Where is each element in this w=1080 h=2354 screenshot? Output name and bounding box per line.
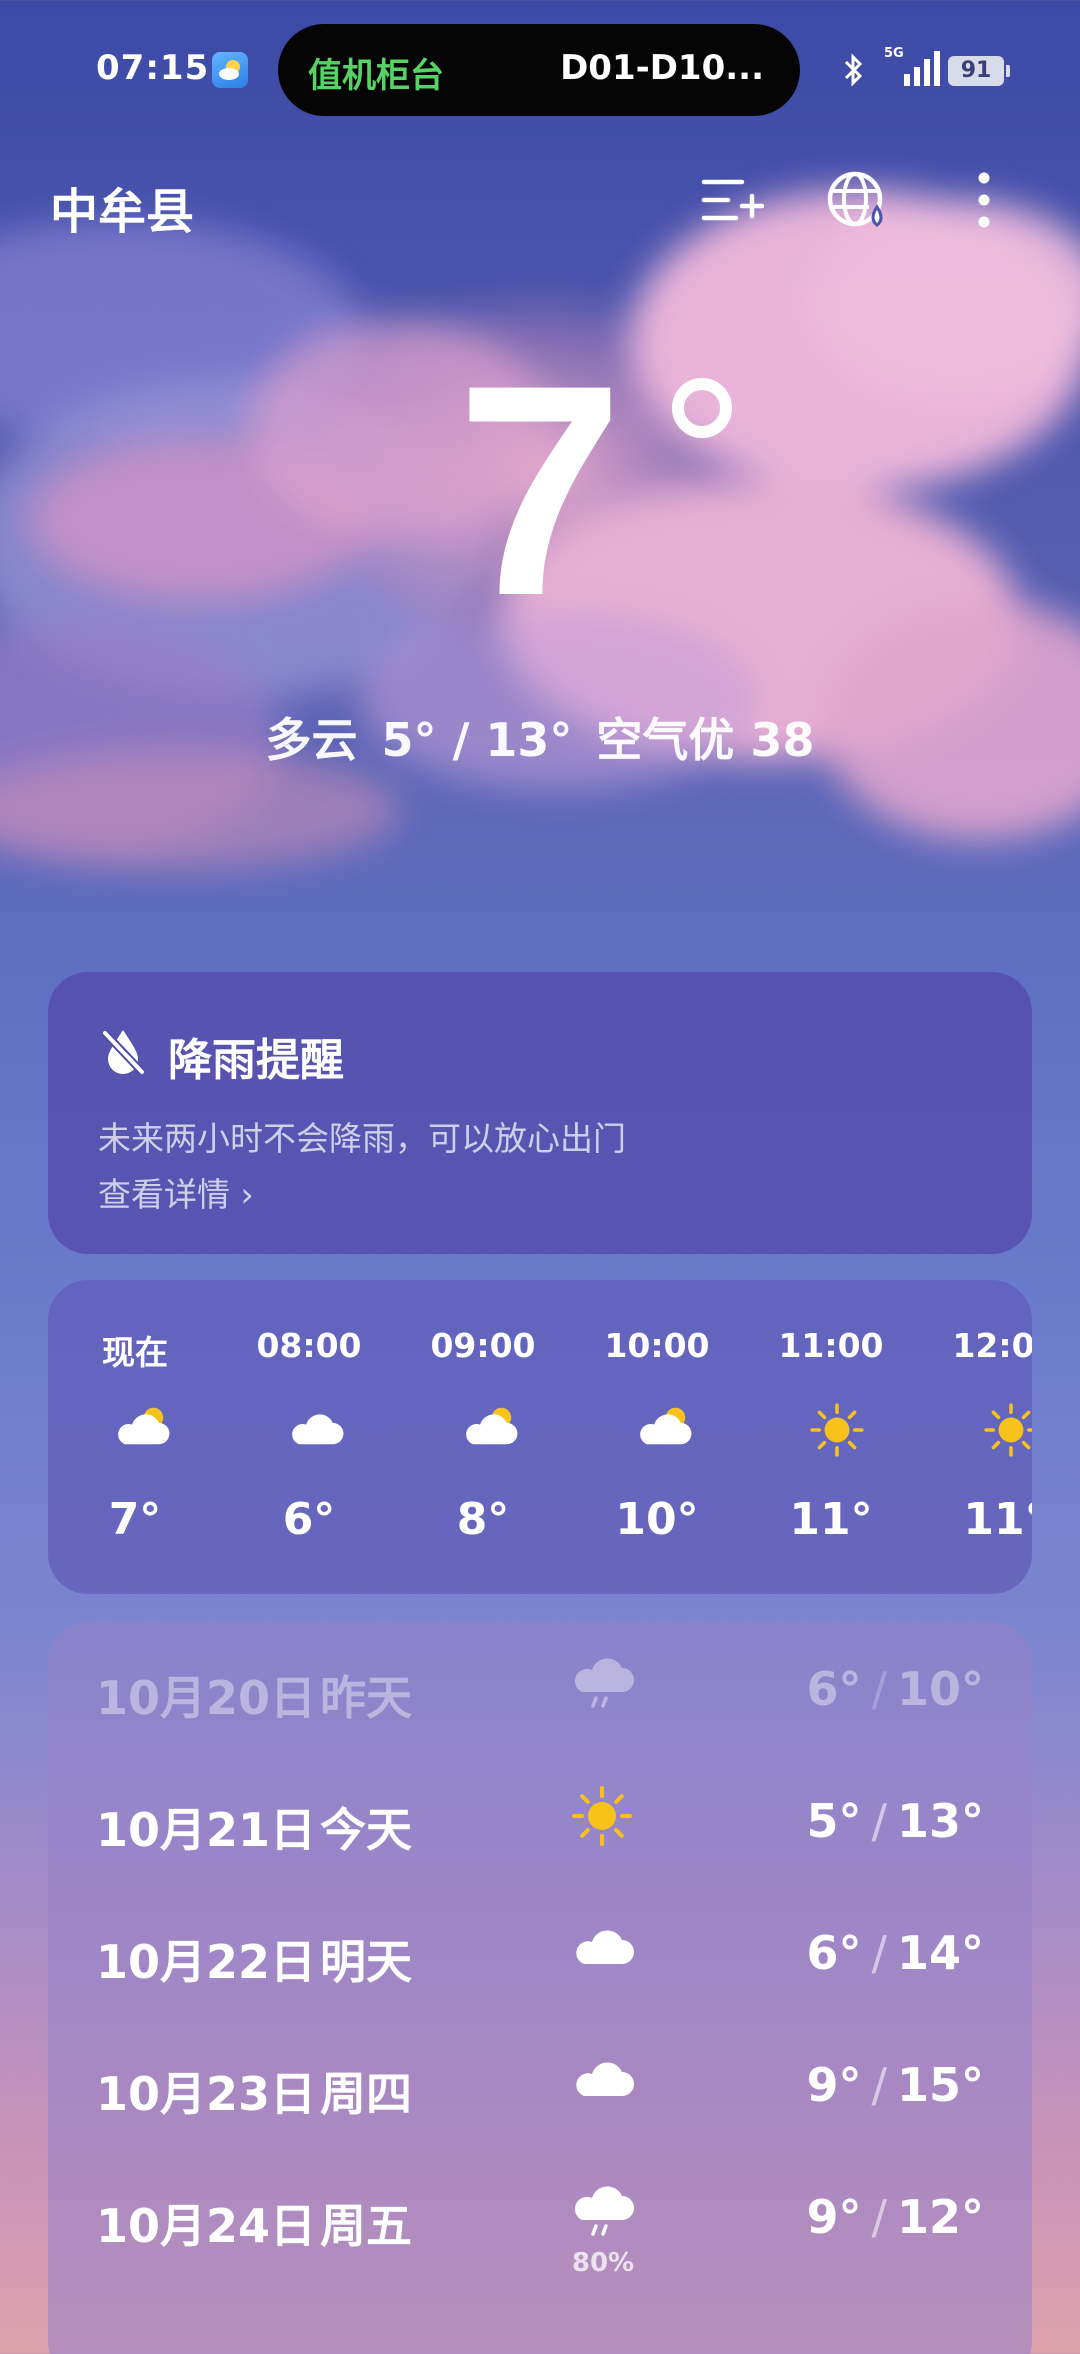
daily-day-name: 明天	[320, 1935, 412, 1989]
hourly-item: 09:00 8°	[396, 1280, 570, 1594]
partly-cloudy-icon	[105, 1398, 177, 1462]
daily-temperature-range: 9°/12°	[806, 2190, 984, 2244]
sun-icon	[801, 1398, 873, 1462]
daily-row[interactable]: 10月24日 周五 80% 9°/12°	[48, 2150, 1032, 2282]
sun-icon	[975, 1398, 1032, 1462]
partly-cloudy-icon	[453, 1398, 525, 1462]
hourly-temperature: 6°	[282, 1494, 336, 1545]
pill-detail: D01-D10...	[560, 48, 764, 88]
daily-row[interactable]: 10月20日 昨天 6°/10°	[48, 1622, 1032, 1754]
daily-date: 10月21日	[96, 1803, 317, 1857]
hourly-time: 现在	[102, 1333, 168, 1372]
hourly-time: 09:00	[430, 1326, 536, 1365]
cloud-icon	[279, 1398, 351, 1462]
daily-day-name: 今天	[320, 1803, 412, 1857]
status-time: 07:15	[96, 48, 210, 88]
daily-date: 10月20日	[96, 1671, 317, 1725]
no-rain-icon	[102, 1030, 145, 1075]
daily-temperature-range: 9°/15°	[806, 2058, 984, 2112]
rain-alert-description: 未来两小时不会降雨，可以放心出门	[98, 1119, 626, 1158]
signal-strength-icon	[904, 51, 940, 86]
daily-temperature-range: 5°/13°	[806, 1794, 984, 1848]
hourly-time: 12:00	[952, 1326, 1032, 1365]
daily-row[interactable]: 10月21日 今天 5°/13°	[48, 1754, 1032, 1886]
daily-day-name: 昨天	[320, 1671, 412, 1725]
daily-date: 10月24日	[96, 2199, 317, 2253]
hourly-item: 08:00 6°	[222, 1280, 396, 1594]
daily-temperature-range: 6°/14°	[806, 1926, 984, 1980]
hourly-time: 11:00	[778, 1326, 884, 1365]
rain-alert-details-link[interactable]: 查看详情 ›	[98, 1168, 254, 1216]
daily-temperature-range: 6°/10°	[806, 1662, 984, 1716]
daily-date: 10月23日	[96, 2067, 317, 2121]
more-vertical-icon	[978, 172, 990, 228]
manage-cities-button[interactable]	[696, 165, 766, 235]
sun-icon	[566, 1780, 638, 1852]
dynamic-island-pill[interactable]: 值机柜台 D01-D10...	[278, 24, 800, 116]
air-quality-text[interactable]: 空气优 38	[596, 713, 814, 767]
daily-row[interactable]: 10月23日 周四 9°/15°	[48, 2018, 1032, 2150]
daily-date: 10月22日	[96, 1935, 317, 1989]
bluetooth-icon	[844, 53, 863, 87]
more-options-button[interactable]	[949, 165, 1019, 235]
daily-day-name: 周五	[320, 2199, 412, 2253]
degree-symbol-icon	[672, 378, 732, 438]
hourly-item: 11:00 11°	[744, 1280, 918, 1594]
hourly-forecast-card[interactable]: 现在 7° 08:00 6° 09:00 8° 10:00 10° 11:00 …	[48, 1280, 1032, 1594]
hourly-temperature: 8°	[456, 1494, 510, 1545]
rain-cloud-icon	[566, 1648, 638, 1720]
rain-alert-title: 降雨提醒	[168, 1035, 344, 1086]
current-temperature: 7	[456, 322, 624, 658]
hourly-time: 08:00	[256, 1326, 362, 1365]
pill-title: 值机柜台	[308, 56, 444, 96]
hourly-temperature: 11°	[963, 1494, 1032, 1545]
list-add-icon	[701, 179, 764, 221]
hourly-temperature: 7°	[108, 1494, 162, 1545]
weather-map-button[interactable]	[823, 165, 893, 235]
cloud-icon	[566, 1912, 638, 1984]
status-bar: 07:15 值机柜台 D01-D10... 5G 91	[0, 0, 1080, 140]
rain-alert-card[interactable]: 降雨提醒 未来两小时不会降雨，可以放心出门 查看详情 ›	[48, 972, 1032, 1254]
daily-row[interactable]: 10月22日 明天 6°/14°	[48, 1886, 1032, 2018]
hourly-temperature: 10°	[615, 1494, 699, 1545]
battery-indicator: 91	[948, 56, 1010, 86]
hourly-item: 10:00 10°	[570, 1280, 744, 1594]
daily-forecast-card[interactable]: 10月20日 昨天 6°/10° 10月21日 今天 5°/13° 10月22日…	[48, 1622, 1032, 2354]
city-name[interactable]: 中牟县	[50, 172, 194, 242]
current-summary: 多云 5° / 13° 空气优 38	[0, 704, 1080, 770]
hourly-temperature: 11°	[789, 1494, 873, 1545]
precipitation-probability: 80%	[571, 2248, 635, 2278]
partly-cloudy-icon	[627, 1398, 699, 1462]
temperature-range: 5° / 13°	[381, 713, 573, 767]
daily-day-name: 周四	[320, 2067, 412, 2121]
hourly-item: 12:00 11°	[918, 1280, 1032, 1594]
hourly-time: 10:00	[604, 1326, 710, 1365]
rain-cloud-icon	[566, 2176, 638, 2248]
cloud-icon	[566, 2044, 638, 2116]
condition-text: 多云	[265, 713, 358, 767]
hourly-item: 现在 7°	[48, 1280, 222, 1594]
globe-droplet-icon	[827, 171, 883, 227]
weather-app-notification-icon	[212, 52, 248, 88]
